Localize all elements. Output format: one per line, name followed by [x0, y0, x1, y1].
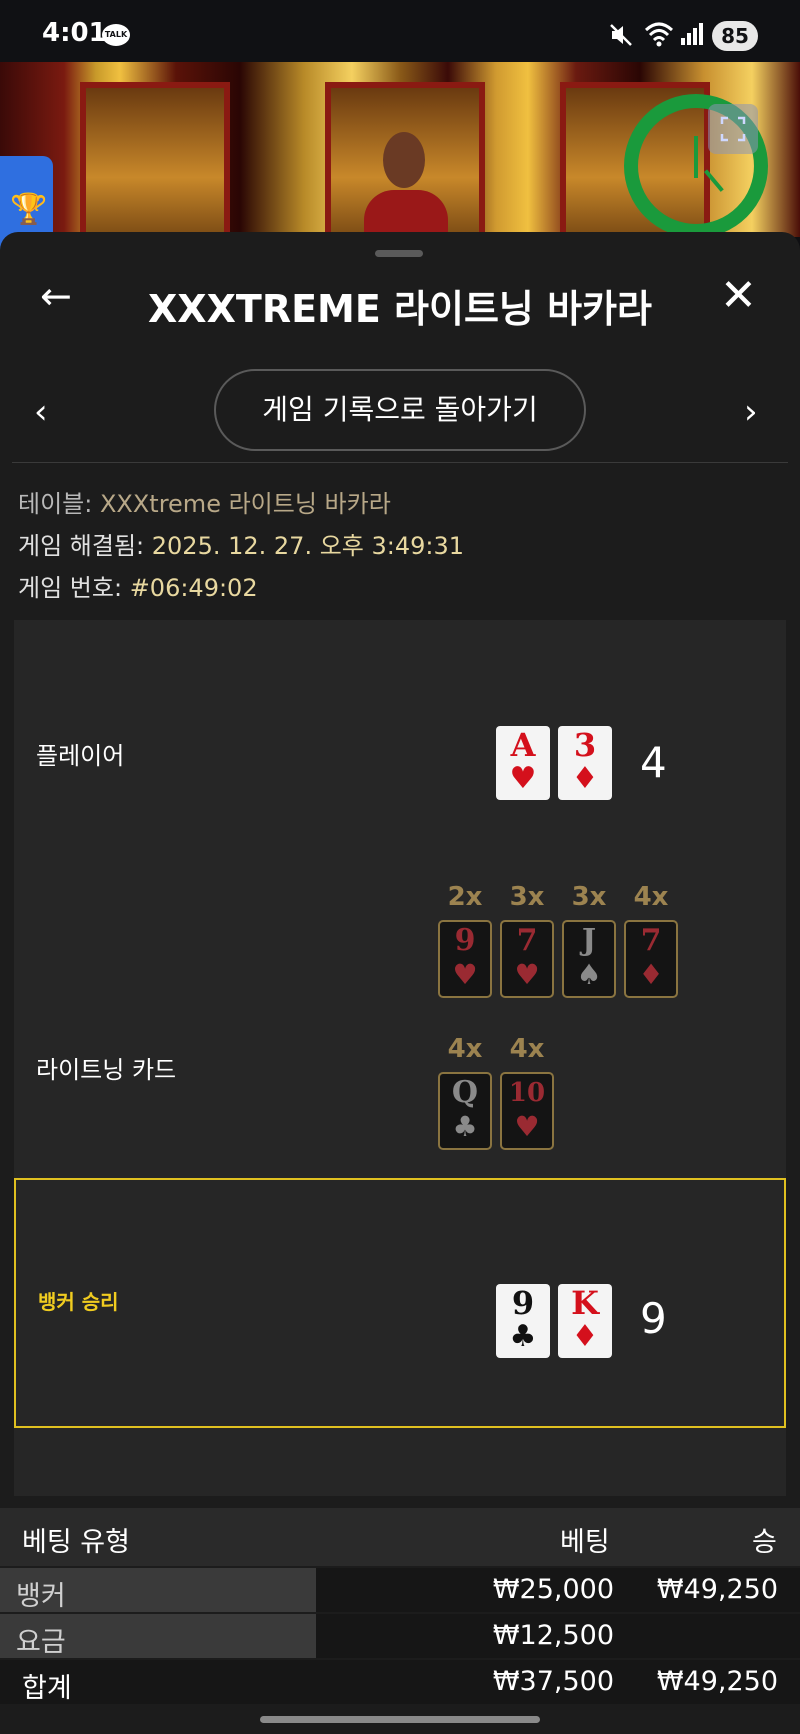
battery-indicator: 85 — [712, 21, 758, 51]
dealer-body — [364, 190, 448, 237]
row-win: ₩49,250 — [656, 1574, 778, 1605]
row-bet: ₩25,000 — [492, 1574, 614, 1605]
info-number: 게임 번호: #06:49:02 — [18, 568, 258, 603]
player-label: 플레이어 — [36, 742, 125, 770]
bets-table-header: 베팅 유형 베팅 승 — [0, 1508, 800, 1566]
info-table-label: 테이블: — [18, 490, 93, 518]
info-resolved-value: 2025. 12. 27. 오후 3:49:31 — [151, 532, 465, 560]
diamond-icon: ♦ — [571, 761, 599, 796]
back-to-history-button[interactable]: 게임 기록으로 돌아가기 — [214, 369, 586, 451]
info-number-value: #06:49:02 — [129, 574, 258, 602]
table-row: 뱅커 ₩25,000 ₩49,250 — [0, 1568, 800, 1612]
info-table: 테이블: XXXtreme 라이트닝 바카라 — [18, 484, 391, 519]
card-rank: 7 — [640, 923, 662, 958]
kakaotalk-icon: TALK — [102, 24, 130, 46]
info-resolved-label: 게임 해결됨: — [18, 532, 145, 560]
card-rank: K — [571, 1284, 599, 1322]
column-bet: 베팅 — [560, 1527, 610, 1558]
lightning-card: 7 ♦ — [624, 920, 678, 998]
banker-score: 9 — [640, 1294, 667, 1343]
heart-icon: ♥ — [514, 1110, 540, 1143]
spade-icon: ♠ — [576, 958, 602, 991]
chevron-right-icon[interactable]: › — [744, 392, 758, 432]
status-time: 4:01 — [42, 18, 107, 48]
fullscreen-icon — [720, 116, 746, 142]
round-result: 플레이어 A ♥ 3 ♦ 4 라이트닝 카드 2x 3x 3x 4x 9 ♥ 7… — [14, 620, 786, 1496]
multiplier: 3x — [509, 882, 545, 912]
trophy-icon: 🏆 — [10, 192, 48, 227]
banker-card: K ♦ — [558, 1284, 612, 1358]
info-resolved: 게임 해결됨: 2025. 12. 27. 오후 3:49:31 — [18, 526, 464, 561]
heart-icon: ♥ — [452, 958, 478, 991]
info-number-label: 게임 번호: — [18, 574, 123, 602]
diamond-icon: ♦ — [571, 1319, 599, 1354]
status-bar: 4:01 TALK 85 — [0, 0, 800, 62]
multiplier: 2x — [447, 882, 483, 912]
video-decor — [80, 82, 230, 237]
lightning-card: 7 ♥ — [500, 920, 554, 998]
page-title: XXXTREME 라이트닝 바카라 — [148, 287, 652, 331]
card-rank: A — [510, 726, 536, 764]
table-row-total: 합계 ₩37,500 ₩49,250 — [0, 1660, 800, 1704]
drag-handle[interactable] — [375, 250, 423, 257]
divider — [12, 462, 788, 463]
info-table-value: XXXtreme 라이트닝 바카라 — [99, 490, 391, 518]
table-row: 요금 ₩12,500 — [0, 1614, 800, 1658]
banker-win-box: 뱅커 승리 9 ♣ K ♦ 9 — [14, 1178, 786, 1428]
row-label: 요금 — [16, 1627, 66, 1658]
chevron-left-icon[interactable]: ‹ — [34, 392, 48, 432]
card-rank: 7 — [516, 923, 538, 958]
multiplier: 4x — [509, 1034, 545, 1064]
row-bet: ₩12,500 — [492, 1620, 614, 1651]
arrow-left-icon[interactable]: ← — [40, 274, 72, 318]
card-rank: Q — [451, 1075, 479, 1110]
close-icon[interactable]: ✕ — [720, 270, 757, 321]
lightning-card: J ♠ — [562, 920, 616, 998]
player-card: A ♥ — [496, 726, 550, 800]
lightning-card: 10 ♥ — [500, 1072, 554, 1150]
lightning-label: 라이트닝 카드 — [36, 1056, 177, 1084]
club-icon: ♣ — [452, 1110, 478, 1143]
card-rank: 9 — [511, 1284, 535, 1322]
row-label: 합계 — [22, 1673, 72, 1704]
column-bet-type: 베팅 유형 — [22, 1527, 130, 1558]
row-win: ₩49,250 — [656, 1666, 778, 1697]
banker-win-label: 뱅커 승리 — [38, 1290, 119, 1314]
card-rank: J — [581, 923, 597, 958]
lightning-card: 9 ♥ — [438, 920, 492, 998]
card-rank: 10 — [508, 1078, 546, 1108]
fullscreen-button[interactable] — [708, 104, 758, 154]
player-score: 4 — [640, 738, 667, 787]
multiplier: 3x — [571, 882, 607, 912]
multiplier: 4x — [447, 1034, 483, 1064]
home-indicator[interactable] — [260, 1716, 540, 1723]
dealer — [383, 132, 425, 188]
card-rank: 3 — [573, 726, 597, 764]
heart-icon: ♥ — [509, 761, 537, 796]
timer-hand — [694, 136, 698, 178]
lightning-card: Q ♣ — [438, 1072, 492, 1150]
heart-icon: ♥ — [514, 958, 540, 991]
signal-icon — [680, 22, 704, 50]
diamond-icon: ♦ — [638, 958, 664, 991]
game-history-sheet: ← XXXTREME 라이트닝 바카라 ✕ ‹ 게임 기록으로 돌아가기 › 테… — [0, 232, 800, 1734]
row-label: 뱅커 — [16, 1581, 66, 1612]
wifi-icon — [644, 20, 674, 52]
multiplier: 4x — [633, 882, 669, 912]
player-card: 3 ♦ — [558, 726, 612, 800]
mute-icon — [608, 22, 634, 52]
card-rank: 9 — [454, 923, 476, 958]
column-win: 승 — [752, 1527, 777, 1558]
club-icon: ♣ — [509, 1319, 537, 1354]
row-bet: ₩37,500 — [492, 1666, 614, 1697]
banker-card: 9 ♣ — [496, 1284, 550, 1358]
